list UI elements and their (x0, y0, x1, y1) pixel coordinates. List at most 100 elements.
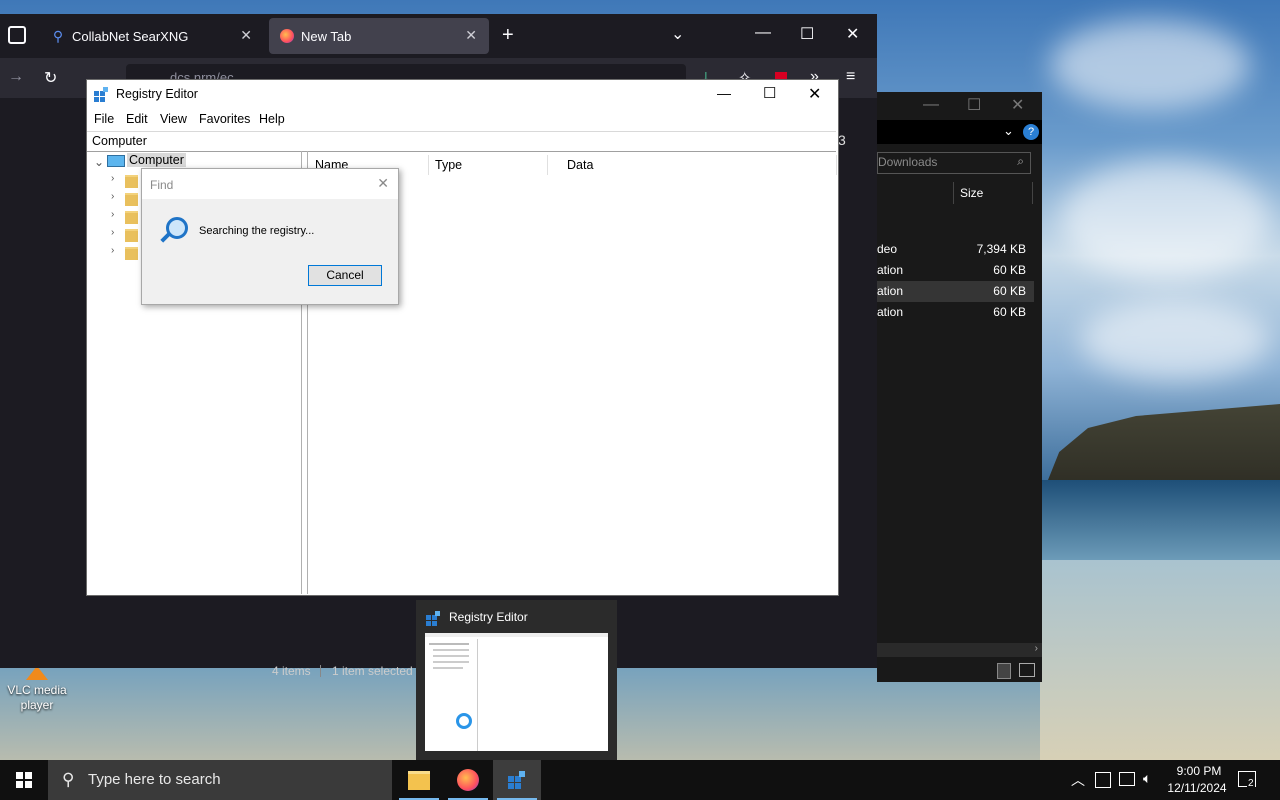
notification-center-icon[interactable]: 2 (1238, 771, 1256, 789)
volume-muted-icon[interactable]: 🔈︎ (1143, 770, 1151, 787)
chevron-right-icon[interactable]: › (111, 191, 114, 202)
tree-root-label[interactable]: Computer (127, 153, 186, 167)
security-tray-icon[interactable] (1095, 772, 1111, 788)
details-view-icon[interactable] (997, 663, 1011, 679)
folder-icon (125, 175, 138, 188)
forward-icon[interactable]: → (8, 68, 24, 86)
find-title-bar[interactable]: Find ✕ (142, 169, 398, 199)
browser-maximize-button[interactable]: ☐ (800, 24, 814, 44)
taskbar-file-explorer[interactable] (395, 760, 443, 800)
cancel-button[interactable]: Cancel (308, 265, 382, 286)
file-row[interactable]: deo 7,394 KB (877, 239, 1034, 260)
search-icon: ⚲ (52, 27, 64, 44)
close-tab-icon[interactable]: ✕ (240, 27, 252, 44)
chevron-up-icon[interactable]: ︿ (1071, 770, 1085, 790)
regedit-app-icon (426, 611, 440, 626)
page-partial-digit: 3 (838, 132, 846, 148)
browser-minimize-button[interactable]: — (755, 24, 771, 42)
regedit-title-bar[interactable]: Registry Editor — ☐ ✕ (87, 80, 838, 110)
menu-help[interactable]: Help (259, 112, 285, 126)
column-header-data[interactable]: Data (549, 155, 837, 175)
folder-icon (125, 193, 138, 206)
close-icon[interactable]: ✕ (377, 175, 389, 192)
hamburger-menu-icon[interactable]: ≡ (846, 68, 855, 86)
clock-time[interactable]: 9:00 PM (1170, 764, 1228, 778)
firefox-icon (279, 28, 295, 44)
folder-icon (125, 211, 138, 224)
column-label: Type (435, 158, 463, 172)
taskbar: ⚲ Type here to search ︿ 🔈︎ 9:00 PM 12/11… (0, 760, 1280, 800)
vlc-cone-icon (26, 666, 48, 680)
status-item-count: 4 items (272, 664, 311, 678)
network-tray-icon[interactable] (1119, 772, 1135, 786)
help-icon[interactable]: ? (1023, 124, 1039, 140)
status-divider (320, 665, 321, 677)
menu-favorites[interactable]: Favorites (199, 112, 250, 126)
file-row-selected[interactable]: ation 60 KB (877, 281, 1034, 302)
menu-file[interactable]: File (94, 112, 114, 126)
beach (1040, 560, 1280, 760)
taskbar-registry-editor[interactable] (493, 760, 541, 800)
regedit-minimize-button[interactable]: — (717, 85, 731, 101)
folder-icon (408, 770, 430, 790)
regedit-title: Registry Editor (116, 87, 198, 101)
browser-close-button[interactable]: ✕ (846, 24, 859, 44)
explorer-ribbon-bar (877, 120, 1042, 144)
tab-collabnet-searxng[interactable]: ⚲ CollabNet SearXNG ✕ (40, 18, 264, 54)
regedit-app-icon (508, 771, 526, 789)
tab-label: CollabNet SearXNG (72, 28, 189, 44)
chevron-down-icon[interactable]: ⌄ (671, 24, 684, 44)
regedit-close-button[interactable]: ✕ (808, 84, 821, 104)
notification-count: 2 (1247, 778, 1255, 789)
chevron-right-icon[interactable]: › (111, 173, 114, 184)
column-header-type[interactable]: Type (429, 155, 548, 175)
loading-spinner-icon (456, 713, 472, 729)
find-dialog: Find ✕ Searching the registry... Cancel (141, 168, 399, 305)
explorer-search-box[interactable]: Downloads ⌕ (877, 152, 1031, 174)
vlc-icon-label[interactable]: VLC media player (2, 683, 72, 713)
chevron-down-icon[interactable]: ⌄ (1003, 123, 1014, 139)
clock-date[interactable]: 12/11/2024 (1164, 781, 1230, 795)
chevron-right-icon[interactable]: › (111, 245, 114, 256)
tiles-view-icon[interactable] (1019, 663, 1035, 677)
tab-new-tab[interactable]: New Tab ✕ (269, 18, 489, 54)
tab-bar: ⚲ CollabNet SearXNG ✕ New Tab ✕ + ⌄ — ☐ … (0, 14, 877, 58)
address-bar[interactable]: Computer (87, 131, 836, 152)
chevron-right-icon[interactable]: › (111, 227, 114, 238)
file-size: 60 KB (993, 284, 1026, 298)
explorer-close-button[interactable]: ✕ (1011, 95, 1024, 115)
tab-list-icon[interactable] (8, 26, 26, 44)
chevron-right-icon[interactable]: › (111, 209, 114, 220)
mouse-cursor (449, 719, 455, 733)
folder-icon (125, 247, 138, 260)
file-row[interactable]: ation 60 KB (877, 260, 1034, 281)
horizontal-scrollbar[interactable]: › (877, 643, 1042, 657)
column-divider (953, 182, 954, 204)
taskbar-search-box[interactable]: ⚲ Type here to search (48, 760, 392, 800)
menu-view[interactable]: View (160, 112, 187, 126)
file-type: ation (877, 284, 904, 298)
explorer-minimize-button[interactable]: — (923, 96, 939, 114)
taskbar-thumbnail-preview[interactable]: Registry Editor (416, 600, 617, 760)
chevron-down-icon[interactable]: ⌄ (94, 155, 104, 169)
sea (1040, 480, 1280, 560)
computer-icon (107, 155, 125, 167)
file-type: ation (877, 305, 904, 319)
new-tab-button[interactable]: + (502, 24, 514, 47)
explorer-maximize-button[interactable]: ☐ (967, 95, 981, 115)
reload-icon[interactable]: ↻ (44, 68, 57, 88)
regedit-maximize-button[interactable]: ☐ (763, 84, 776, 102)
vlc-desktop-icon[interactable] (12, 666, 62, 682)
file-row[interactable]: ation 60 KB (877, 302, 1034, 323)
tab-label: New Tab (301, 28, 352, 44)
close-tab-icon[interactable]: ✕ (465, 27, 477, 44)
column-header-size[interactable]: Size (960, 186, 983, 200)
search-icon: ⚲ (62, 770, 75, 789)
registry-editor-window: Registry Editor — ☐ ✕ File Edit View Fav… (86, 79, 839, 596)
taskbar-firefox[interactable] (444, 760, 492, 800)
start-button[interactable] (0, 760, 48, 800)
chevron-right-icon[interactable]: › (1035, 643, 1038, 654)
menu-edit[interactable]: Edit (126, 112, 148, 126)
firefox-icon (457, 769, 479, 791)
status-selected: 1 item selected (332, 664, 413, 678)
